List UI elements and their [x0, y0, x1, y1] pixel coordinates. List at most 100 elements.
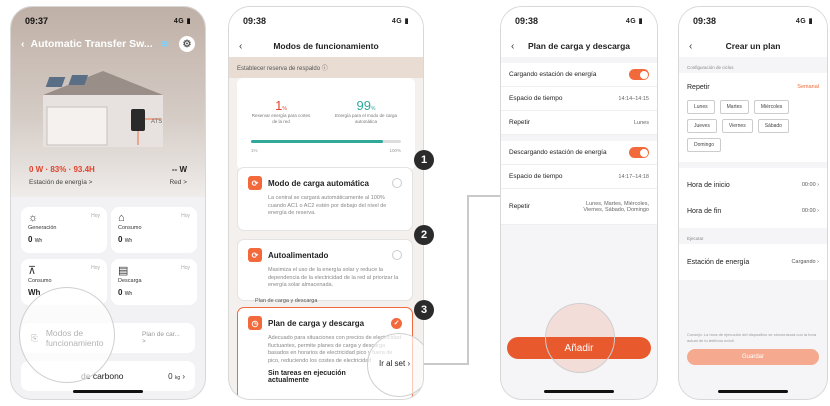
tutorial-stage: 09:37 4G ▮ ‹ Automatic Transfer Sw... ≋ …: [0, 0, 830, 406]
row-value: Lunes, Martes, Miércoles, Viernes, Sábad…: [583, 200, 649, 213]
device-header: ‹ Automatic Transfer Sw... ≋ ⚙: [11, 33, 205, 55]
settings-icon[interactable]: ⚙: [179, 36, 195, 52]
day-chip[interactable]: Sábado: [757, 119, 789, 133]
tile-label: Generación: [28, 225, 57, 231]
mode-card-auto[interactable]: ⟳ Modo de carga automática La central se …: [237, 167, 413, 231]
discharging-toggle[interactable]: [629, 147, 649, 158]
mode-title: Autoalimentado: [268, 250, 329, 260]
step-callout-3: 3: [414, 300, 434, 320]
power-links: Estación de energía > Red >: [29, 179, 187, 186]
signal-indicator: 4G ▮: [795, 18, 813, 25]
cycle-block: Repetir Semanal Lunes Martes Miércoles Ju…: [679, 73, 827, 162]
day-chip[interactable]: Martes: [719, 100, 749, 114]
start-time-row[interactable]: Hora de inicio 00:00 ›: [687, 172, 819, 198]
mode-icon: ⟳: [248, 176, 262, 190]
tile-value: 0 Wh: [118, 235, 133, 244]
row-value: 14:17–14:18: [618, 173, 649, 180]
sync-note: Consejo: La hora de ejecución del dispos…: [687, 332, 817, 343]
tile-label: Consumo: [28, 278, 52, 284]
repeat-row[interactable]: Repetir Lunes: [501, 111, 657, 135]
carbon-value: 0 kg ›: [168, 371, 185, 381]
discharge-tile[interactable]: ▤ Hoy Descarga 0 Wh: [111, 259, 197, 305]
signal-indicator: 4G ▮: [625, 18, 643, 25]
add-button-label: Añadir: [564, 343, 594, 354]
magnifier-circle: [19, 287, 115, 383]
tile-period: Hoy: [181, 213, 190, 219]
back-icon[interactable]: ‹: [239, 41, 253, 52]
row-value: 00:00 ›: [801, 182, 819, 188]
row-label: Estación de energía: [687, 258, 750, 266]
repeat-row[interactable]: Repetir Semanal: [687, 77, 819, 97]
radio-button[interactable]: [392, 178, 402, 188]
mode-card-self[interactable]: ⟳ Autoalimentado Maximiza el uso de la en…: [237, 239, 413, 301]
mode-title: Modo de carga automática: [268, 178, 369, 188]
check-icon[interactable]: ✓: [391, 317, 402, 329]
repeat-row[interactable]: Repetir Lunes, Martes, Miércoles, Viernes…: [501, 189, 657, 225]
phone-modes-screen: 09:38 4G ▮ ‹ Modos de funcionamiento Est…: [228, 6, 424, 400]
nav-bar: ‹ Modos de funcionamiento: [229, 35, 423, 57]
status-bar: 09:38 4G ▮: [229, 7, 423, 35]
cycle-group-label: Configuración de ciclos: [687, 65, 734, 70]
go-set-link[interactable]: Ir al set ›: [379, 359, 410, 368]
peek-label: Plan de carga y descarga: [255, 298, 318, 304]
station-power: 0 W · 83% · 93.4H: [29, 165, 95, 174]
discharging-toggle-row: Descargando estación de energía: [501, 141, 657, 165]
home-icon: ⌂: [118, 212, 125, 224]
battery-icon: ▤: [118, 265, 129, 277]
time-row[interactable]: Espacio de tiempo 14:17–14:18: [501, 165, 657, 189]
back-icon[interactable]: ‹: [21, 38, 25, 50]
mode-icon: ⟳: [248, 248, 262, 262]
day-chip[interactable]: Viernes: [721, 119, 753, 133]
house-illustration: [43, 71, 163, 147]
right-value: 99%: [356, 98, 376, 113]
day-chip[interactable]: Domingo: [687, 138, 722, 152]
no-tasks-text: Sin tareas en ejecución actualmente: [268, 369, 346, 384]
power-stats: 0 W · 83% · 93.4H -- W: [29, 165, 187, 174]
back-icon[interactable]: ‹: [511, 41, 525, 52]
reserve-gauge: 1% Reservar energía para cortes de la re…: [237, 78, 415, 170]
row-label: Hora de fin: [687, 207, 722, 215]
page-title: Crear un plan: [725, 41, 781, 51]
wifi-icon: ≋: [160, 38, 170, 50]
mode-title: Plan de carga y descarga: [268, 318, 365, 328]
reserve-slider[interactable]: [251, 140, 401, 143]
generation-tile[interactable]: ☼ Hoy Generación 0 Wh: [21, 207, 107, 253]
modes-value: Plan de car... >: [141, 331, 180, 345]
mode-description: Maximiza el uso de la energía solar y re…: [268, 267, 399, 289]
grid-link[interactable]: Red >: [169, 179, 187, 186]
station-row[interactable]: Estación de energía Cargando ›: [687, 248, 819, 276]
clock: 09:37: [25, 16, 49, 26]
sun-icon: ☼: [28, 212, 39, 224]
home-indicator: [718, 390, 788, 393]
day-selector: Lunes Martes Miércoles Jueves Viernes Sá…: [687, 97, 819, 158]
page-title: Modos de funcionamiento: [273, 41, 379, 51]
phone-plan-screen: 09:38 4G ▮ ‹ Plan de carga y descarga Ca…: [500, 6, 658, 400]
step-callout-2: 2: [414, 225, 434, 245]
back-icon[interactable]: ‹: [689, 41, 703, 52]
row-label: Espacio de tiempo: [509, 173, 563, 180]
station-link[interactable]: Estación de energía >: [29, 179, 92, 186]
right-caption: Energía para el modo de carga automática: [334, 113, 398, 124]
charging-toggle[interactable]: [629, 69, 649, 80]
time-row[interactable]: Espacio de tiempo 14:14–14:15: [501, 87, 657, 111]
slider-range: 1% 100%: [251, 148, 401, 153]
day-chip[interactable]: Jueves: [687, 119, 717, 133]
left-value: 1%: [275, 98, 287, 113]
charging-toggle-row: Cargando estación de energía: [501, 63, 657, 87]
day-chip[interactable]: Lunes: [687, 100, 715, 114]
reserve-setting[interactable]: Establecer reserva de respaldo ⓘ: [229, 57, 423, 78]
home-indicator: [73, 390, 143, 393]
consumption-tile[interactable]: ⌂ Hoy Consumo 0 Wh: [111, 207, 197, 253]
clock: 09:38: [515, 16, 539, 26]
day-chip[interactable]: Miércoles: [753, 100, 790, 114]
help-icon[interactable]: ⓘ: [322, 66, 328, 72]
nav-bar: ‹ Plan de carga y descarga: [501, 35, 657, 57]
save-button[interactable]: Guardar: [687, 349, 819, 366]
charging-section: Cargando estación de energía Espacio de …: [501, 63, 657, 135]
radio-button[interactable]: [392, 250, 402, 260]
home-indicator: [544, 390, 614, 393]
phone-home-screen: 09:37 4G ▮ ‹ Automatic Transfer Sw... ≋ …: [10, 6, 206, 400]
tile-period: Hoy: [181, 265, 190, 271]
end-time-row[interactable]: Hora de fin 00:00 ›: [687, 198, 819, 224]
